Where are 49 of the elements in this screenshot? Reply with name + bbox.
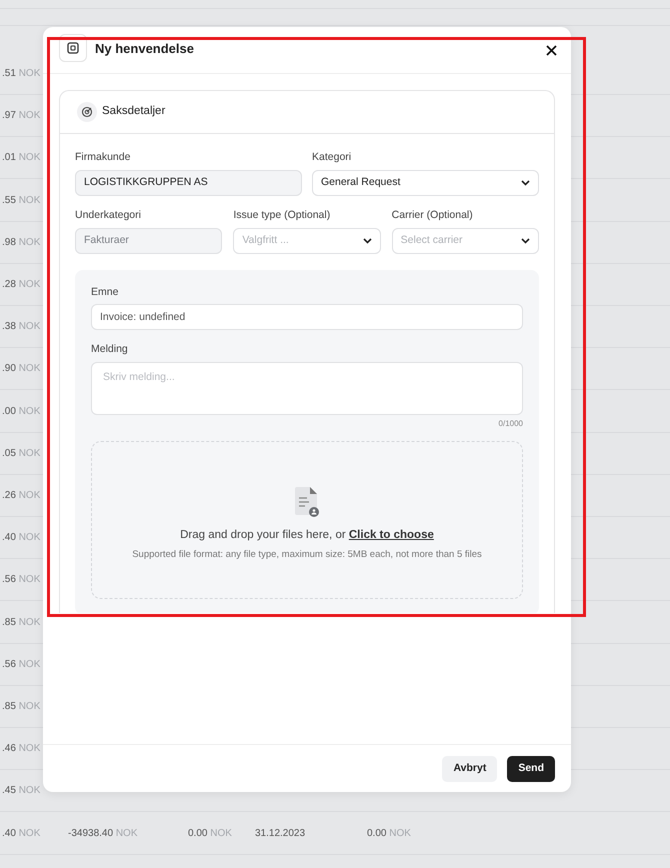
table-cell-text: .40 NOK [2, 531, 40, 546]
section-title: Saksdetaljer [102, 104, 166, 120]
chevron-icon [362, 238, 372, 244]
document-icon [295, 487, 319, 517]
table-cell-text: .05 NOK [2, 446, 40, 461]
table-cell-text: .97 NOK [2, 109, 40, 124]
table-cell-text: .85 NOK [2, 700, 40, 714]
field-label: Carrier (Optional) [392, 208, 473, 223]
subject-field[interactable]: Invoice: undefined [91, 304, 523, 330]
table-cell-text: .51 NOK [2, 67, 40, 81]
table-cell-text: .26 NOK [2, 489, 40, 503]
table-cell-text: .46 NOK [2, 742, 40, 756]
ticket-icon [59, 34, 87, 62]
send-button[interactable]: Send [507, 756, 555, 782]
field-label: Underkategori [75, 208, 141, 223]
table-cell-text: .01 NOK [2, 151, 40, 166]
dropzone-hint: Supported file format: any file type, maximum size: 5MB each, not more than 5 files [132, 548, 482, 562]
table-cell-text: 31.12.2023 [255, 826, 306, 841]
field-label: Issue type (Optional) [233, 208, 330, 223]
character-counter: 0/1000 [498, 418, 523, 428]
field-label: Emne [91, 284, 118, 300]
field-label: Firmakunde [75, 150, 130, 165]
table-cell-text: .45 NOK [2, 784, 40, 798]
chevron-icon [520, 238, 530, 244]
field-label: Melding [91, 342, 128, 358]
table-cell-text: .28 NOK [2, 278, 40, 292]
table-cell-text: .85 NOK [2, 616, 40, 630]
table-cell-text: .98 NOK [2, 236, 40, 250]
table-cell-text: .38 NOK [2, 320, 40, 334]
table-cell-text: 0.00 NOK [367, 826, 411, 841]
chevron-icon [521, 180, 530, 186]
table-cell-text: 0.00 NOK [188, 826, 232, 841]
choose-file-link[interactable]: Click to choose [348, 529, 434, 541]
table-cell-text: .55 NOK [2, 194, 40, 208]
table-cell-text: .00 NOK [2, 404, 40, 419]
file-dropzone[interactable]: Drag and drop your files here, or Click to choose Supported file format: any file type, maximum size: 5MB each, not more than 5 files [91, 440, 523, 599]
select-field[interactable]: General Request [312, 170, 539, 196]
table-cell-text: .56 NOK [2, 658, 40, 672]
target-icon [77, 102, 97, 122]
table-cell-text: .40 NOK [2, 826, 40, 841]
close-button[interactable] [546, 44, 557, 56]
field-label: Kategori [312, 150, 352, 165]
cancel-button[interactable]: Avbryt [442, 756, 498, 782]
dropzone-text: Drag and drop your files here, or Click to choose [180, 528, 434, 543]
table-cell-text: .56 NOK [2, 573, 40, 588]
table-cell-text: -34938.40 NOK [68, 826, 138, 841]
dialog-title: Ny henvendelse [95, 40, 195, 58]
table-cell-text: .90 NOK [2, 362, 40, 376]
message-field[interactable]: Skriv melding... [91, 362, 523, 415]
